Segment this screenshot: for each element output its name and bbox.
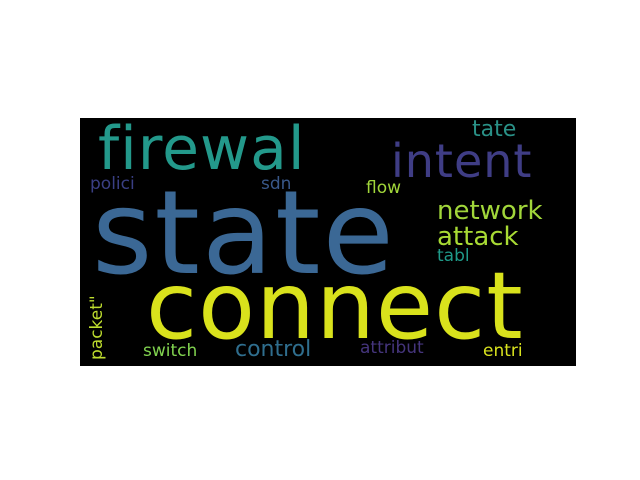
word-intent: intent [391,134,533,188]
word-tabl: tabl [437,246,470,266]
figure-canvas: state connect firewal intent network att… [0,0,640,480]
word-packet: packet" [87,295,107,360]
word-control: control [235,337,312,362]
word-network: network [437,196,543,226]
word-firewal: firewal [98,118,306,184]
word-tate: tate [472,118,517,142]
word-entri: entri [483,341,523,361]
word-flow: flow [366,178,402,198]
word-sdn: sdn [261,174,292,194]
word-cloud: state connect firewal intent network att… [80,118,576,366]
word-attribut: attribut [360,338,424,358]
word-polici: polici [90,174,135,194]
word-switch: switch [143,341,198,361]
word-connect: connect [146,252,524,360]
